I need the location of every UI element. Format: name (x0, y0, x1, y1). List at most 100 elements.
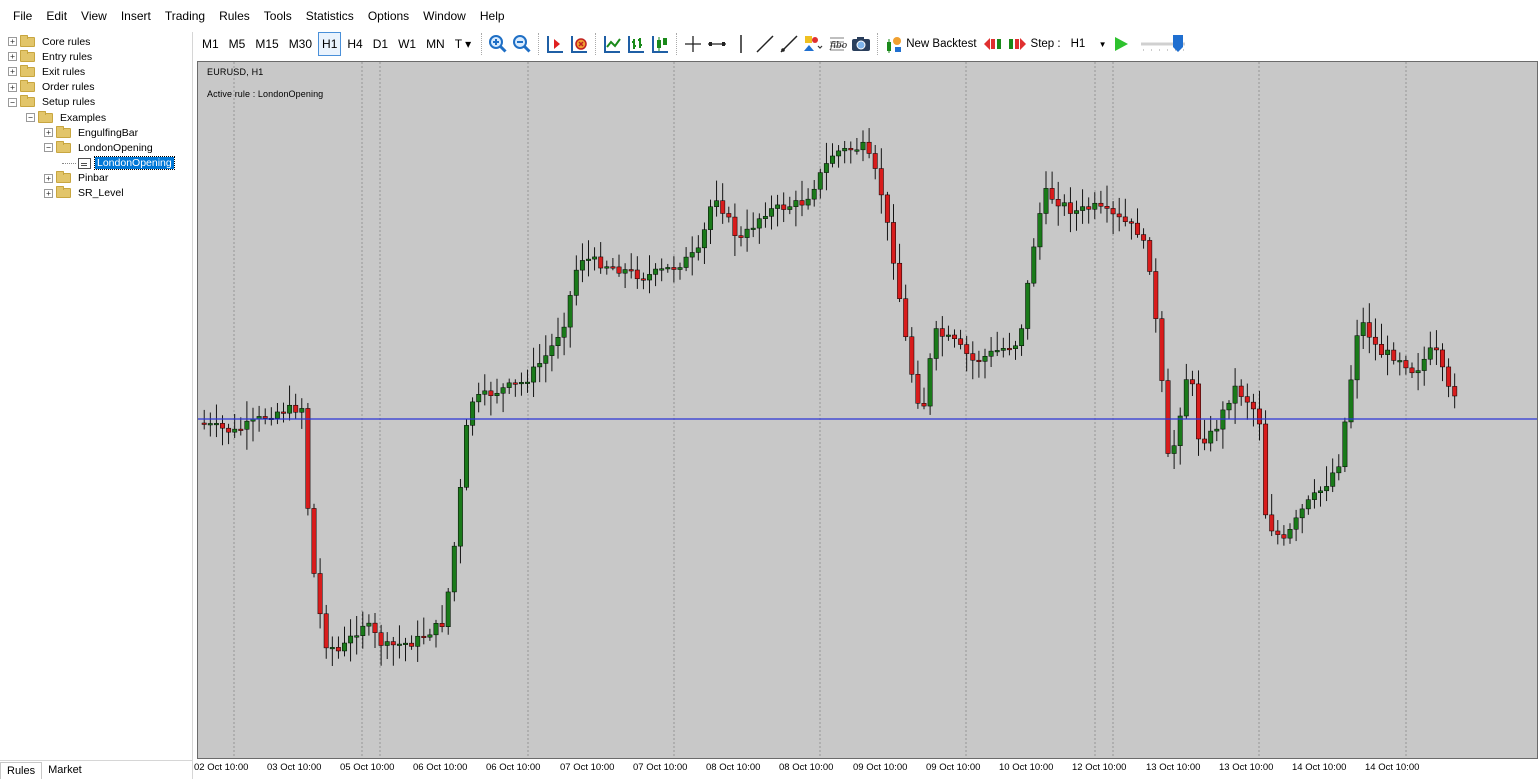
candle-body (1013, 345, 1018, 349)
tree-item[interactable]: + Pinbar (8, 171, 190, 186)
candle-body (299, 408, 305, 413)
time-axis-label: 06 Oct 10:00 (486, 762, 541, 773)
menu-trading[interactable]: Trading (158, 5, 212, 27)
tree-item-label[interactable]: Examples (58, 112, 108, 124)
bar-chart-icon[interactable] (625, 33, 647, 55)
chart-shift-icon[interactable] (544, 33, 566, 55)
tree-item[interactable]: + Order rules (8, 80, 190, 95)
trend-line-icon[interactable] (754, 33, 776, 55)
tree-item[interactable]: − LondonOpening (8, 140, 190, 155)
menu-help[interactable]: Help (473, 5, 512, 27)
tab-market[interactable]: Market (42, 762, 88, 779)
expand-icon[interactable]: + (8, 67, 17, 77)
autoscroll-icon[interactable] (568, 33, 590, 55)
timeframe-button-t[interactable]: T ▾ (451, 32, 475, 56)
candle-body (354, 635, 360, 638)
expand-icon[interactable]: + (8, 52, 17, 62)
expand-icon[interactable]: + (44, 188, 53, 198)
price-chart[interactable]: EURUSD, H1 Active rule : LondonOpening (197, 61, 1538, 759)
candle-body (1318, 490, 1323, 493)
tree-item-label[interactable]: Core rules (40, 36, 92, 48)
candle-body (555, 337, 561, 347)
timeframe-button-h4[interactable]: H4 (343, 32, 366, 56)
tree-item-label[interactable]: Exit rules (40, 66, 87, 78)
zoom-out-icon[interactable] (511, 33, 533, 55)
tree-item-label[interactable]: SR_Level (76, 187, 126, 199)
step-back-icon[interactable] (982, 33, 1004, 55)
menu-window[interactable]: Window (416, 5, 473, 27)
line-chart-icon[interactable] (601, 33, 623, 55)
candle-body (909, 336, 915, 375)
timeframe-button-m1[interactable]: M1 (198, 32, 223, 56)
menu-options[interactable]: Options (361, 5, 416, 27)
tree-item[interactable]: − Setup rules (8, 95, 190, 110)
expand-icon[interactable]: + (8, 37, 17, 47)
timeframe-button-m5[interactable]: M5 (225, 32, 250, 56)
menu-file[interactable]: File (6, 5, 39, 27)
tree-item-label[interactable]: Setup rules (40, 96, 97, 108)
tab-rules[interactable]: Rules (0, 762, 43, 779)
zoom-in-icon[interactable] (487, 33, 509, 55)
new-backtest-button[interactable]: New Backtest (882, 33, 977, 55)
tree-item-label[interactable]: Pinbar (76, 172, 110, 184)
tree-item-label[interactable]: EngulfingBar (76, 127, 140, 139)
candle-body (305, 408, 311, 509)
candle-body (1202, 438, 1208, 444)
step-select[interactable]: H1 ▼ (1065, 34, 1109, 54)
candle-body (1354, 335, 1360, 381)
expand-icon[interactable]: + (8, 82, 17, 92)
candle-body (390, 641, 396, 646)
candle-body (335, 647, 341, 652)
step-forward-icon[interactable] (1006, 33, 1028, 55)
candle-body (1427, 347, 1433, 360)
timeframe-button-m30[interactable]: M30 (285, 32, 316, 56)
tree-item[interactable]: + Exit rules (8, 64, 190, 79)
timeframe-button-mn[interactable]: MN (422, 32, 449, 56)
menu-view[interactable]: View (74, 5, 114, 27)
timeframe-button-m15[interactable]: M15 (251, 32, 282, 56)
menu-rules[interactable]: Rules (212, 5, 257, 27)
menu-tools[interactable]: Tools (257, 5, 299, 27)
camera-icon[interactable] (850, 33, 872, 55)
speed-slider[interactable] (1139, 34, 1187, 54)
collapse-icon[interactable]: − (8, 97, 17, 107)
candle-body (415, 635, 421, 647)
candle-body (1324, 486, 1330, 492)
candle-body (1238, 385, 1244, 397)
tree-item[interactable]: + Entry rules (8, 49, 190, 64)
tree-item[interactable]: − Examples (8, 110, 190, 125)
candle-body (988, 350, 994, 357)
tree-item-label[interactable]: Order rules (40, 81, 97, 93)
horizontal-line-icon[interactable] (706, 33, 728, 55)
expand-icon[interactable]: + (44, 128, 53, 138)
candle-body (640, 278, 646, 281)
timeframe-button-h1[interactable]: H1 (318, 32, 342, 56)
tree-item[interactable]: LondonOpening (8, 156, 190, 171)
tree-item-label[interactable]: LondonOpening (76, 142, 155, 154)
fibonacci-icon[interactable]: fibo (826, 33, 848, 55)
timeframe-button-d1[interactable]: D1 (369, 32, 392, 56)
tree-item[interactable]: + EngulfingBar (8, 125, 190, 140)
collapse-icon[interactable]: − (44, 143, 53, 153)
candlestick-chart-icon[interactable] (649, 33, 671, 55)
tree-item[interactable]: + SR_Level (8, 186, 190, 201)
folder-icon (56, 125, 71, 138)
menu-edit[interactable]: Edit (39, 5, 74, 27)
menu-statistics[interactable]: Statistics (299, 5, 361, 27)
collapse-icon[interactable]: − (26, 113, 35, 123)
candle-body (1421, 358, 1427, 371)
timeframe-button-w1[interactable]: W1 (394, 32, 420, 56)
tree-item-label[interactable]: Entry rules (40, 51, 94, 63)
menu-insert[interactable]: Insert (114, 5, 158, 27)
tree-item-label[interactable]: LondonOpening (94, 156, 175, 171)
crosshair-icon[interactable] (682, 33, 704, 55)
candle-body (1171, 445, 1177, 454)
vertical-line-icon[interactable] (730, 33, 752, 55)
expand-icon[interactable]: + (44, 173, 53, 183)
ray-line-icon[interactable] (778, 33, 800, 55)
tree-item[interactable]: + Core rules (8, 34, 190, 49)
candlestick-chart (198, 62, 1537, 758)
play-icon[interactable] (1110, 33, 1132, 55)
shapes-dropdown-icon[interactable] (802, 33, 824, 55)
toolbar: M1 M5 M15 M30 H1 H4 D1 W1 MN T ▾ fibo Ne… (198, 30, 1538, 58)
